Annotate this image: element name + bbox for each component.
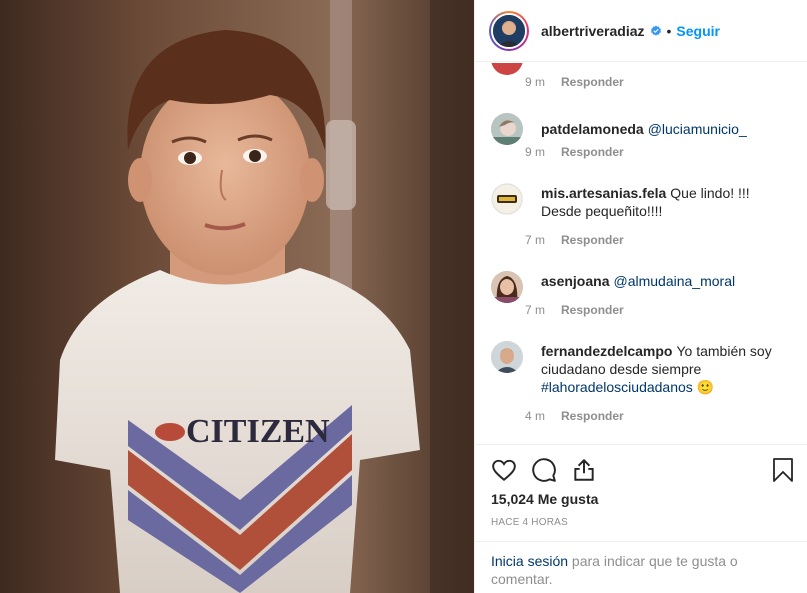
comment-meta: 7 m Responder [525,233,624,247]
commenter-avatar[interactable] [491,183,523,215]
comment-mention[interactable]: @luciamunicio_ [648,121,747,137]
post-header: albertriveradiaz • Seguir [475,0,807,62]
comment-mention[interactable]: @almudaina_moral [613,273,735,289]
comment-meta: 4 m Responder [525,409,624,423]
post-timestamp[interactable]: HACE 4 HORAS [491,517,568,528]
list-item: mis.artesanias.fela Que lindo! !!! Desde … [491,183,791,220]
header-separator: • [666,22,672,39]
post-sidebar: albertriveradiaz • Seguir 9 m Responder p… [474,0,807,593]
reply-button[interactable]: Responder [561,145,624,159]
reply-button[interactable]: Responder [561,75,624,89]
commenter-avatar[interactable] [491,63,523,75]
comment-time: 7 m [525,233,546,247]
author-username[interactable]: albertriveradiaz [541,23,645,39]
reply-button[interactable]: Responder [561,303,624,317]
action-icon-row [491,457,795,485]
heart-icon[interactable] [491,457,517,486]
verified-badge-icon [650,25,662,37]
comment-meta: 7 m Responder [525,303,624,317]
shirt-logo-text: CITIZEN [186,413,330,450]
comment-text-line1: Yo también soy [676,343,772,359]
share-icon[interactable] [571,457,597,486]
comment-icon[interactable] [531,457,557,486]
comment-username[interactable]: mis.artesanias.fela [541,185,666,201]
commenter-avatar[interactable] [491,341,523,373]
bookmark-icon[interactable] [771,457,795,486]
child-portrait-image: CITIZEN [0,0,474,593]
likes-count[interactable]: 15,024 Me gusta [491,491,598,507]
comment-meta: 9 m Responder [525,145,624,159]
comment-hashtag[interactable]: #lahoradelosciudadanos [541,379,693,395]
author-avatar[interactable] [489,10,529,51]
comments-list[interactable]: 9 m Responder patdelamoneda @luciamunicio_… [475,63,807,444]
follow-button[interactable]: Seguir [676,23,720,39]
comment-username[interactable]: asenjoana [541,273,609,289]
reply-button[interactable]: Responder [561,409,624,423]
list-item: patdelamoneda @luciamunicio_ [491,113,791,145]
commenter-avatar[interactable] [491,271,523,303]
comment-text-line2: ciudadano desde siempre [541,361,702,377]
list-item: asenjoana @almudaina_moral [491,271,791,303]
comment-text-line1: Que lindo! !!! [670,185,750,201]
comment-text-line2: Desde pequeñito!!!! [541,203,663,219]
comment-time: 4 m [525,409,546,423]
comment-username[interactable]: patdelamoneda [541,121,644,137]
login-prompt: Inicia sesión para indicar que te gusta … [475,541,807,588]
list-item: fernandezdelcampo Yo también soy ciudadan… [491,341,791,397]
post-photo[interactable]: CITIZEN [0,0,474,593]
list-item [491,63,791,75]
post-actions: 15,024 Me gusta HACE 4 HORAS Inicia sesi… [475,444,807,593]
login-link[interactable]: Inicia sesión [491,553,568,569]
smile-emoji-icon: 🙂 [696,380,715,396]
comment-meta: 9 m Responder [525,75,624,89]
comment-username[interactable]: fernandezdelcampo [541,343,672,359]
comment-time: 9 m [525,75,546,89]
comment-time: 7 m [525,303,546,317]
comment-time: 9 m [525,145,546,159]
reply-button[interactable]: Responder [561,233,624,247]
commenter-avatar[interactable] [491,113,523,145]
